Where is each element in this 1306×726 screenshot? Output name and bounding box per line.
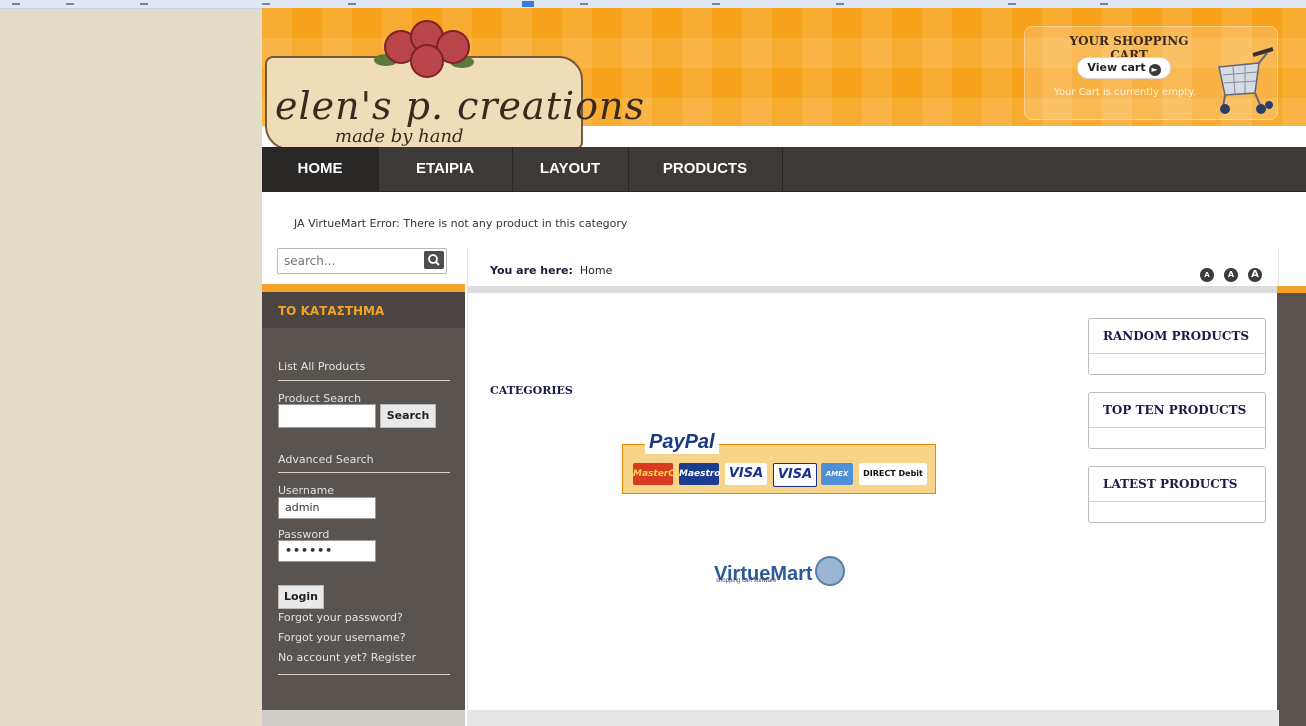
forgot-username-link[interactable]: Forgot your username? bbox=[278, 631, 406, 644]
arrow-right-icon: ► bbox=[1148, 64, 1161, 76]
cart-empty-text: Your Cart is currently empty. bbox=[1054, 87, 1196, 98]
store-menu-header: ΤΟ ΚΑΤΑΣΤΗΜΑ bbox=[262, 292, 465, 328]
nav-home[interactable]: HOME bbox=[262, 147, 379, 191]
paypal-banner[interactable]: PayPal MasterCard Maestro VISA VISA AMEX… bbox=[622, 431, 936, 494]
nav-layout[interactable]: LAYOUT bbox=[512, 147, 629, 191]
main-content: You are here: Home AAA CATEGORIES PayPal… bbox=[467, 248, 1279, 718]
visa-electron-icon: VISA bbox=[773, 463, 817, 487]
store-menu: ΤΟ ΚΑΤΑΣΤΗΜΑ List All Products Product S… bbox=[262, 292, 465, 726]
random-products-box: RANDOM PRODUCTS bbox=[1088, 318, 1266, 375]
divider bbox=[278, 380, 450, 381]
bookmark-mark bbox=[580, 3, 588, 5]
bookmark-mark bbox=[66, 3, 74, 5]
bookmark-mark bbox=[712, 3, 720, 5]
direct-debit-icon: DIRECT Debit bbox=[859, 463, 927, 485]
latest-products-content bbox=[1089, 502, 1265, 522]
virtuemart-tagline: shopping cart software bbox=[716, 578, 777, 584]
page-wrapper: elen's p. creations made by hand YOUR SH… bbox=[262, 8, 1306, 726]
amex-icon: AMEX bbox=[821, 463, 853, 485]
username-field[interactable]: admin bbox=[278, 497, 376, 519]
error-message: JA VirtueMart Error: There is not any pr… bbox=[294, 217, 628, 230]
top-ten-products-content bbox=[1089, 428, 1265, 448]
visa-icon: VISA bbox=[725, 463, 767, 485]
top-ten-products-title: TOP TEN PRODUCTS bbox=[1089, 393, 1265, 428]
divider bbox=[278, 674, 450, 675]
content-divider bbox=[468, 286, 1278, 293]
search-icon bbox=[428, 254, 440, 266]
bookmark-mark bbox=[262, 3, 270, 5]
shopping-cart-widget: YOUR SHOPPING CART View cart ► Your Cart … bbox=[1024, 26, 1278, 120]
logo-subtitle: made by hand bbox=[335, 126, 464, 147]
login-button[interactable]: Login bbox=[278, 585, 324, 609]
product-search-button[interactable]: Search bbox=[380, 404, 436, 428]
password-field[interactable]: •••••• bbox=[278, 540, 376, 562]
shopping-cart-icon bbox=[1218, 47, 1274, 114]
content-footer bbox=[467, 710, 1279, 726]
nav-products[interactable]: PRODUCTS bbox=[628, 147, 783, 191]
advanced-search-link[interactable]: Advanced Search bbox=[278, 453, 374, 466]
username-label: Username bbox=[278, 484, 335, 497]
font-larger-button[interactable]: A bbox=[1248, 268, 1262, 282]
breadcrumb-prefix: You are here: bbox=[490, 264, 573, 277]
latest-products-title: LATEST PRODUCTS bbox=[1089, 467, 1265, 502]
forgot-password-link[interactable]: Forgot your password? bbox=[278, 611, 403, 624]
latest-products-box: LATEST PRODUCTS bbox=[1088, 466, 1266, 523]
site-header: elen's p. creations made by hand YOUR SH… bbox=[262, 8, 1306, 147]
view-cart-button[interactable]: View cart ► bbox=[1077, 57, 1171, 79]
breadcrumb-home-link[interactable]: Home bbox=[580, 264, 612, 277]
mastercard-icon: MasterCard bbox=[633, 463, 692, 485]
right-sidebar-strip bbox=[1277, 293, 1306, 726]
bookmark-mark bbox=[140, 3, 148, 5]
divider bbox=[278, 472, 450, 473]
random-products-content bbox=[1089, 354, 1265, 374]
bookmark-mark bbox=[1100, 3, 1108, 5]
logo-title: elen's p. creations bbox=[275, 84, 645, 128]
search-input[interactable] bbox=[282, 252, 416, 270]
list-all-products-link[interactable]: List All Products bbox=[278, 360, 365, 373]
site-logo[interactable]: elen's p. creations made by hand bbox=[265, 20, 644, 147]
virtuemart-logo[interactable]: VirtueMart shopping cart software bbox=[714, 556, 845, 586]
roses-icon bbox=[370, 20, 480, 78]
bookmark-mark bbox=[1008, 3, 1016, 5]
register-link[interactable]: No account yet? Register bbox=[278, 651, 416, 664]
store-menu-title: ΤΟ ΚΑΤΑΣΤΗΜΑ bbox=[278, 304, 385, 318]
nav-company[interactable]: ΕΤΑΙΡΙΑ bbox=[378, 147, 513, 191]
bookmark-mark bbox=[12, 3, 20, 5]
main-navigation: HOME ΕΤΑΙΡΙΑ LAYOUT PRODUCTS bbox=[262, 147, 1306, 192]
paypal-label: PayPal bbox=[649, 431, 715, 453]
top-ten-products-box: TOP TEN PRODUCTS bbox=[1088, 392, 1266, 449]
site-search bbox=[277, 248, 447, 274]
left-column-accent bbox=[262, 284, 465, 292]
globe-cart-icon bbox=[814, 556, 845, 586]
bookmark-mark bbox=[348, 3, 356, 5]
view-cart-label: View cart bbox=[1087, 61, 1146, 74]
random-products-title: RANDOM PRODUCTS bbox=[1089, 319, 1265, 354]
font-reset-button[interactable]: A bbox=[1224, 268, 1238, 282]
rose-icon bbox=[410, 44, 444, 78]
bookmark-mark bbox=[836, 3, 844, 5]
left-column-footer bbox=[262, 710, 465, 726]
paypal-logo: PayPal bbox=[645, 431, 719, 454]
font-size-controls: AAA bbox=[1190, 266, 1262, 282]
maestro-icon: Maestro bbox=[679, 463, 720, 485]
breadcrumb: You are here: Home bbox=[490, 264, 612, 277]
right-column-accent bbox=[1277, 286, 1306, 293]
product-search-input[interactable] bbox=[278, 404, 376, 428]
search-button[interactable] bbox=[424, 251, 444, 269]
font-smaller-button[interactable]: A bbox=[1200, 268, 1214, 282]
categories-heading: CATEGORIES bbox=[490, 384, 573, 397]
bookmark-icon bbox=[522, 1, 534, 7]
